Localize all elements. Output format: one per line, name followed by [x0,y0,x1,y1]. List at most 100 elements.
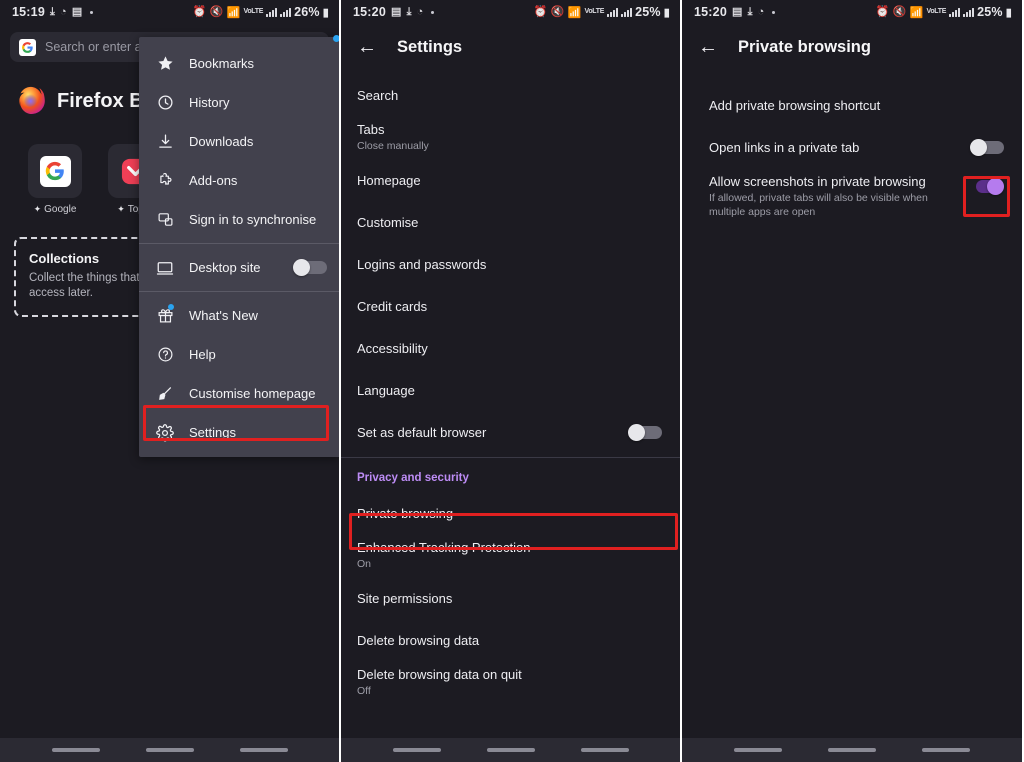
menu-item-settings[interactable]: Settings [139,413,339,452]
nav-pill[interactable] [145,748,194,752]
battery-icon: ▮ [1005,6,1012,19]
status-time: 15:20 [353,5,386,19]
status-time: 15:20 [694,5,727,19]
menu-item-whats-new[interactable]: What's New [139,296,339,335]
menu-item-label: Add-ons [189,173,238,188]
toggle-knob [628,423,645,441]
gear-icon [155,423,175,442]
settings-item-credit-cards[interactable]: Credit cards [341,285,680,327]
settings-item-title: Accessibility [357,340,428,356]
shortcut-google[interactable]: ✦ Google [28,144,82,215]
settings-item-delete-browsing-data-on-quit[interactable]: Delete browsing data on quit Off [341,661,680,704]
star-icon [155,55,175,72]
toggle-knob [987,178,1004,195]
settings-item-title: Credit cards [357,298,428,314]
back-arrow-icon[interactable]: ← [698,37,718,57]
page-title: Private browsing [738,37,871,56]
status-bar-right: ⏰ 🔇 📶 VoLTE 26% ▮ [193,5,329,19]
alarm-icon: ⏰ [192,5,207,18]
settings-item-accessibility[interactable]: Accessibility [341,327,680,369]
settings-app-bar: ← Settings [341,24,680,70]
dot-icon [89,10,93,14]
settings-item-homepage[interactable]: Homepage [341,159,680,201]
signal-icon [266,7,278,17]
nav-pill[interactable] [922,748,970,752]
download-icon: ⤓ [49,5,56,18]
back-arrow-icon[interactable]: ← [357,37,377,57]
settings-item-title: Site permissions [357,590,453,606]
help-icon [155,346,175,363]
nav-pill[interactable] [51,748,100,752]
nav-pill[interactable] [580,748,629,752]
private-browsing-list: Add private browsing shortcut Open links… [682,70,1022,225]
network-type-icon: VoLTE [243,7,264,15]
signal-icon [621,7,633,17]
pb-item-subtitle: If allowed, private tabs will also be vi… [709,192,928,218]
menu-item-bookmarks[interactable]: Bookmarks [139,44,339,83]
settings-item-private-browsing[interactable]: Private browsing [341,492,680,534]
clock-icon: ◔ [60,5,67,18]
menu-item-sign-in[interactable]: Sign in to synchronise [139,200,339,239]
image-icon: ▤ [731,5,743,18]
alarm-icon: ⏰ [875,5,890,18]
settings-item-title: Enhanced Tracking Protection [357,540,531,555]
pb-item-open-links-private[interactable]: Open links in a private tab [682,126,1022,168]
nav-pill[interactable] [392,748,441,752]
pb-item-add-shortcut[interactable]: Add private browsing shortcut [682,84,1022,126]
nav-pill[interactable] [486,748,535,752]
status-bar-right: ⏰ 🔇 📶 VoLTE 25% ▮ [534,5,670,19]
settings-item-customise[interactable]: Customise [341,201,680,243]
settings-item-subtitle: On [357,558,372,570]
status-time: 15:19 [12,5,45,19]
menu-item-history[interactable]: History [139,83,339,122]
menu-item-addons[interactable]: Add-ons [139,161,339,200]
nav-pill[interactable] [828,748,876,752]
default-browser-toggle[interactable] [628,423,662,441]
mute-icon: 🔇 [550,5,565,18]
menu-item-label: Help [189,347,216,362]
image-icon: ▤ [71,5,83,18]
status-bar-left: 15:20 ▤ ⤓ ◔ [353,5,434,19]
settings-item-language[interactable]: Language [341,369,680,411]
puzzle-icon [155,172,175,189]
wifi-icon: 📶 [226,6,241,19]
menu-item-label: Customise homepage [189,386,316,401]
pb-item-allow-screenshots[interactable]: Allow screenshots in private browsing If… [682,168,1022,225]
settings-item-search[interactable]: Search [341,74,680,116]
menu-item-downloads[interactable]: Downloads [139,122,339,161]
menu-item-desktop-site[interactable]: Desktop site [139,248,339,287]
section-header-privacy: Privacy and security [357,472,469,484]
image-icon: ▤ [390,5,402,18]
settings-item-title: Delete browsing data on quit [357,667,522,682]
new-badge-icon [168,304,174,310]
shortcut-tile [28,144,82,198]
settings-item-title: Set as default browser [357,424,487,440]
status-bar: 15:20 ▤ ⤓ ◔ ⏰ 🔇 📶 VoLTE 25% ▮ [341,0,680,24]
menu-item-help[interactable]: Help [139,335,339,374]
page-title: Settings [397,37,463,56]
shortcut-label-row: ✦ Google [28,204,82,215]
download-icon: ⤓ [406,5,412,18]
allow-screenshots-toggle[interactable] [970,178,1004,195]
wifi-icon: 📶 [909,6,924,19]
nav-pill[interactable] [734,748,782,752]
battery-icon: ▮ [663,6,670,19]
panel-settings: 15:20 ▤ ⤓ ◔ ⏰ 🔇 📶 VoLTE 25% ▮ ← Settings [339,0,680,762]
settings-list: Search Tabs Close manually Homepage Cust… [341,70,680,704]
desktop-site-toggle[interactable] [293,259,327,276]
menu-item-label: What's New [189,308,258,323]
settings-item-logins-passwords[interactable]: Logins and passwords [341,243,680,285]
settings-item-delete-browsing-data[interactable]: Delete browsing data [341,619,680,661]
panel-private-browsing: 15:20 ▤ ⤓ ◔ ⏰ 🔇 📶 VoLTE 25% ▮ ← Private … [680,0,1022,762]
settings-item-default-browser[interactable]: Set as default browser [341,411,680,453]
settings-item-tabs[interactable]: Tabs Close manually [341,116,680,159]
nav-pill[interactable] [239,748,288,752]
menu-item-customise-homepage[interactable]: Customise homepage [139,374,339,413]
settings-item-title: Private browsing [357,505,454,521]
settings-item-site-permissions[interactable]: Site permissions [341,577,680,619]
browser-overflow-menu: Bookmarks History Downloads Add-ons Sign… [139,35,339,457]
settings-item-enhanced-tracking-protection[interactable]: Enhanced Tracking Protection On [341,534,680,577]
network-type-icon: VoLTE [926,7,947,15]
settings-item-title: Language [357,382,415,398]
open-links-private-toggle[interactable] [970,138,1004,156]
